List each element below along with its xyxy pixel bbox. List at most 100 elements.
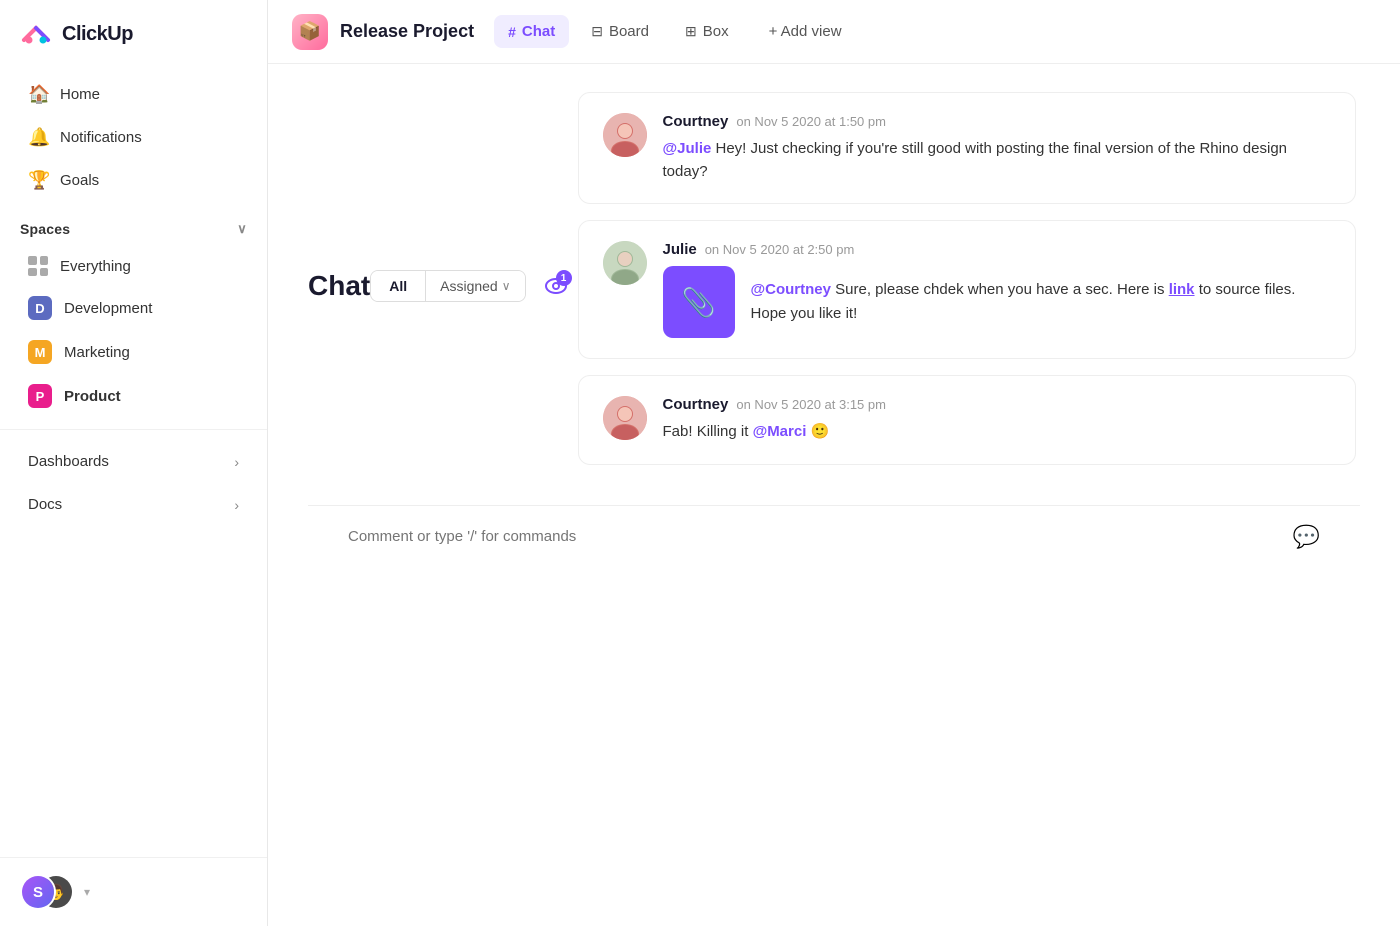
sidebar-item-goals[interactable]: 🏆 Goals: [8, 160, 259, 201]
msg2-avatar: [603, 241, 647, 285]
marketing-badge: M: [28, 340, 52, 364]
spaces-list: Everything D Development M Marketing P P…: [0, 245, 267, 419]
docs-label: Docs: [28, 496, 62, 513]
dashboards-label: Dashboards: [28, 453, 109, 470]
tab-box[interactable]: ⊞ Box: [671, 15, 743, 48]
comment-input[interactable]: [348, 528, 1293, 545]
msg2-attachment-row: 📎 @Courtney Sure, please chdek when you …: [663, 266, 1331, 338]
dashboards-chevron-icon: ›: [234, 454, 239, 470]
sidebar-divider: [0, 429, 267, 430]
sidebar-footer: S 👨 ▾: [0, 857, 267, 926]
grid-icon: [28, 256, 48, 276]
chat-bubble-icon: 💬: [1293, 524, 1320, 550]
attachment-thumb: 📎: [663, 266, 735, 338]
messages-list: Courtney on Nov 5 2020 at 1:50 pm @Julie…: [574, 92, 1360, 481]
msg3-body-1: Fab! Killing it: [663, 423, 753, 440]
msg3-avatar: [603, 396, 647, 440]
msg3-header: Courtney on Nov 5 2020 at 3:15 pm: [663, 396, 1331, 413]
sidebar-item-home[interactable]: 🏠 Home: [8, 74, 259, 115]
sidebar-item-everything-label: Everything: [60, 258, 131, 275]
msg1-header: Courtney on Nov 5 2020 at 1:50 pm: [663, 113, 1331, 130]
message-card-2: Julie on Nov 5 2020 at 2:50 pm 📎 @Courtn…: [578, 220, 1356, 359]
clickup-logo-icon: [20, 18, 52, 50]
box-icon: ⊞: [685, 23, 697, 40]
main-content: 📦 Release Project # Chat ⊟ Board ⊞ Box +…: [268, 0, 1400, 926]
watch-button[interactable]: 1: [538, 268, 574, 304]
julie-avatar-img: [603, 241, 647, 285]
logo-area: ClickUp: [0, 0, 267, 68]
filter-all-button[interactable]: All: [371, 271, 426, 301]
spaces-chevron[interactable]: ∨: [237, 221, 247, 237]
msg1-body: Hey! Just checking if you're still good …: [663, 140, 1288, 180]
sidebar-nav: 🏠 Home 🔔 Notifications 🏆 Goals: [0, 68, 267, 207]
assigned-chevron-icon: ∨: [502, 279, 511, 293]
msg1-content: Courtney on Nov 5 2020 at 1:50 pm @Julie…: [663, 113, 1331, 183]
sidebar-item-product-label: Product: [64, 388, 121, 405]
sidebar-item-development[interactable]: D Development: [8, 287, 259, 329]
tab-chat[interactable]: # Chat: [494, 15, 569, 48]
add-view-button[interactable]: + Add view: [755, 15, 856, 48]
tab-board-label: Board: [609, 23, 649, 40]
msg3-content: Courtney on Nov 5 2020 at 3:15 pm Fab! K…: [663, 396, 1331, 444]
sidebar-item-notifications[interactable]: 🔔 Notifications: [8, 117, 259, 158]
sidebar-item-notifications-label: Notifications: [60, 129, 142, 146]
project-title: Release Project: [340, 21, 474, 42]
home-icon: 🏠: [28, 84, 48, 105]
user-avatars[interactable]: S 👨: [20, 874, 76, 910]
msg2-author: Julie: [663, 241, 697, 258]
logo-text: ClickUp: [62, 23, 133, 46]
msg2-link[interactable]: link: [1169, 281, 1195, 298]
watch-badge: 1: [556, 270, 572, 286]
msg1-avatar: [603, 113, 647, 157]
trophy-icon: 🏆: [28, 170, 48, 191]
msg2-content: Julie on Nov 5 2020 at 2:50 pm 📎 @Courtn…: [663, 241, 1331, 338]
message-card-3: Courtney on Nov 5 2020 at 3:15 pm Fab! K…: [578, 375, 1356, 465]
filter-assigned-label: Assigned: [440, 278, 498, 294]
sidebar-item-goals-label: Goals: [60, 172, 99, 189]
hash-icon: #: [508, 24, 516, 40]
chat-area: Chat All Assigned ∨ 1: [268, 64, 1400, 926]
sidebar-item-home-label: Home: [60, 86, 100, 103]
comment-bar: 💬: [308, 505, 1360, 568]
spaces-header: Spaces ∨: [0, 207, 267, 245]
sidebar: ClickUp 🏠 Home 🔔 Notifications 🏆 Goals S…: [0, 0, 268, 926]
docs-chevron-icon: ›: [234, 497, 239, 513]
msg3-text: Fab! Killing it @Marci 🙂: [663, 421, 1331, 444]
footer-chevron-icon[interactable]: ▾: [84, 885, 90, 899]
msg3-mention-marci: @Marci: [753, 423, 807, 440]
sidebar-item-everything[interactable]: Everything: [8, 247, 259, 285]
chat-title: Chat: [308, 270, 370, 302]
msg2-mention-courtney: @Courtney: [751, 281, 831, 298]
msg1-text: @Julie Hey! Just checking if you're stil…: [663, 138, 1331, 183]
tab-board[interactable]: ⊟ Board: [577, 15, 663, 48]
bell-icon: 🔔: [28, 127, 48, 148]
sidebar-item-dashboards[interactable]: Dashboards ›: [8, 442, 259, 481]
msg2-body-1: Sure, please chdek when you have a sec. …: [835, 281, 1169, 298]
chat-header-controls: All Assigned ∨ 1: [370, 268, 573, 304]
courtney-avatar-img: [603, 113, 647, 157]
filter-assigned-button[interactable]: Assigned ∨: [426, 271, 524, 301]
sidebar-item-marketing-label: Marketing: [64, 344, 130, 361]
sidebar-item-product[interactable]: P Product: [8, 375, 259, 417]
sidebar-item-marketing[interactable]: M Marketing: [8, 331, 259, 373]
paperclip-icon: 📎: [681, 286, 716, 319]
add-view-label: + Add view: [769, 23, 842, 40]
sidebar-item-development-label: Development: [64, 300, 152, 317]
msg2-text: @Courtney Sure, please chdek when you ha…: [751, 278, 1331, 326]
msg3-time: on Nov 5 2020 at 3:15 pm: [736, 397, 886, 412]
spaces-label: Spaces: [20, 221, 70, 237]
msg1-time: on Nov 5 2020 at 1:50 pm: [736, 114, 886, 129]
avatar-user1: S: [20, 874, 56, 910]
topbar: 📦 Release Project # Chat ⊟ Board ⊞ Box +…: [268, 0, 1400, 64]
msg3-emoji: 🙂: [811, 423, 830, 440]
project-icon: 📦: [292, 14, 328, 50]
filter-group: All Assigned ∨: [370, 270, 525, 302]
development-badge: D: [28, 296, 52, 320]
chat-header: Chat All Assigned ∨ 1: [308, 92, 1360, 481]
product-badge: P: [28, 384, 52, 408]
sidebar-item-docs[interactable]: Docs ›: [8, 485, 259, 524]
tab-box-label: Box: [703, 23, 729, 40]
board-icon: ⊟: [591, 23, 603, 40]
msg3-author: Courtney: [663, 396, 729, 413]
tab-chat-label: Chat: [522, 23, 555, 40]
